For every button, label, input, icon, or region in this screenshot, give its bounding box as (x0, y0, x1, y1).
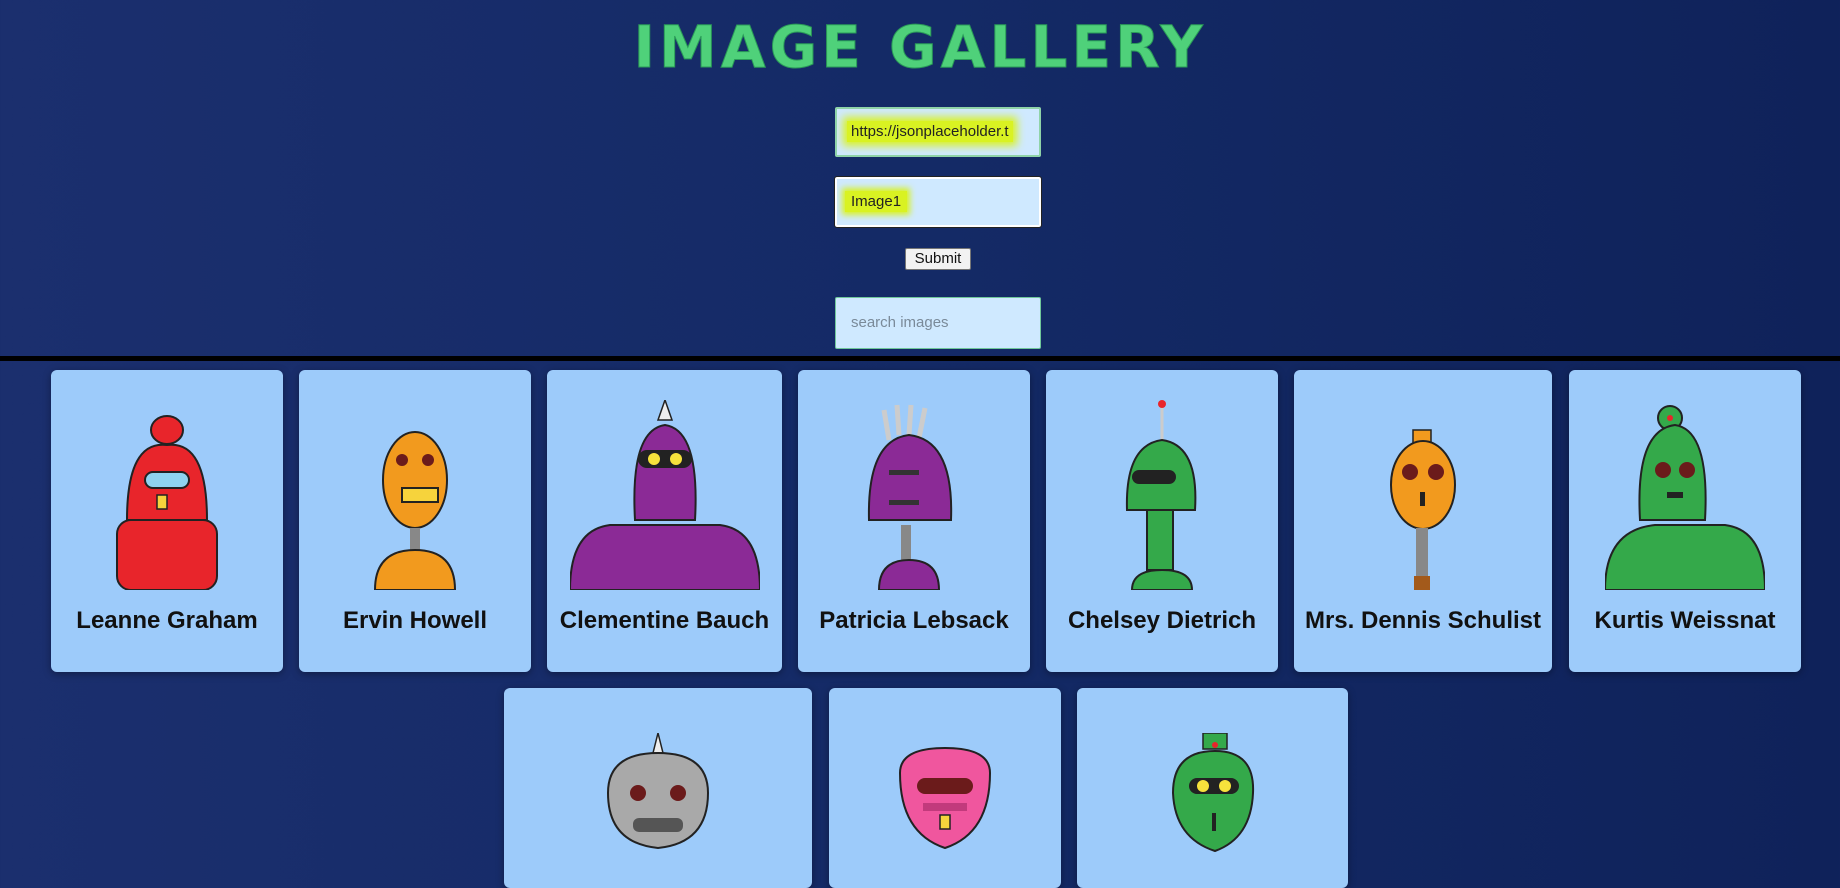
card-name: Mrs. Dennis Schulist (1304, 607, 1542, 634)
card-name: Clementine Bauch (559, 607, 770, 634)
robot-image (1605, 405, 1765, 590)
gallery-card[interactable] (1077, 688, 1348, 888)
robot-image (898, 746, 992, 850)
gallery-card[interactable] (829, 688, 1061, 888)
submit-button[interactable]: Submit (905, 248, 971, 270)
page-title: IMAGE GALLERY (633, 13, 1207, 81)
image-name-input-value: Image1 (845, 191, 908, 212)
robot-image (1125, 400, 1197, 590)
gallery-card[interactable]: Ervin Howell (299, 370, 531, 672)
robot-image (867, 404, 953, 590)
url-input-value: https://jsonplaceholder.t (847, 121, 1013, 142)
card-name: Leanne Graham (76, 607, 258, 634)
url-input[interactable]: https://jsonplaceholder.t (835, 107, 1041, 157)
robot-image (1171, 733, 1254, 853)
robot-image (606, 733, 710, 850)
robot-image (116, 415, 218, 590)
header: IMAGE GALLERY https://jsonplaceholder.t … (0, 0, 1840, 356)
gallery-card[interactable] (504, 688, 812, 888)
card-name: Kurtis Weissnat (1594, 607, 1776, 634)
gallery-card[interactable]: Patricia Lebsack (798, 370, 1030, 672)
gallery-card[interactable]: Chelsey Dietrich (1046, 370, 1278, 672)
robot-image (569, 400, 760, 590)
card-name: Ervin Howell (342, 607, 488, 634)
gallery-card[interactable]: Mrs. Dennis Schulist (1294, 370, 1552, 672)
gallery-card[interactable]: Clementine Bauch (547, 370, 782, 672)
gallery-card[interactable]: Kurtis Weissnat (1569, 370, 1801, 672)
card-name: Patricia Lebsack (819, 607, 1009, 634)
divider (0, 356, 1840, 361)
card-name: Chelsey Dietrich (1067, 607, 1257, 634)
robot-image (373, 431, 457, 590)
robot-image (1390, 429, 1456, 590)
image-name-input[interactable]: Image1 (834, 176, 1042, 228)
search-input[interactable]: search images (835, 297, 1041, 349)
gallery-card[interactable]: Leanne Graham (51, 370, 283, 672)
